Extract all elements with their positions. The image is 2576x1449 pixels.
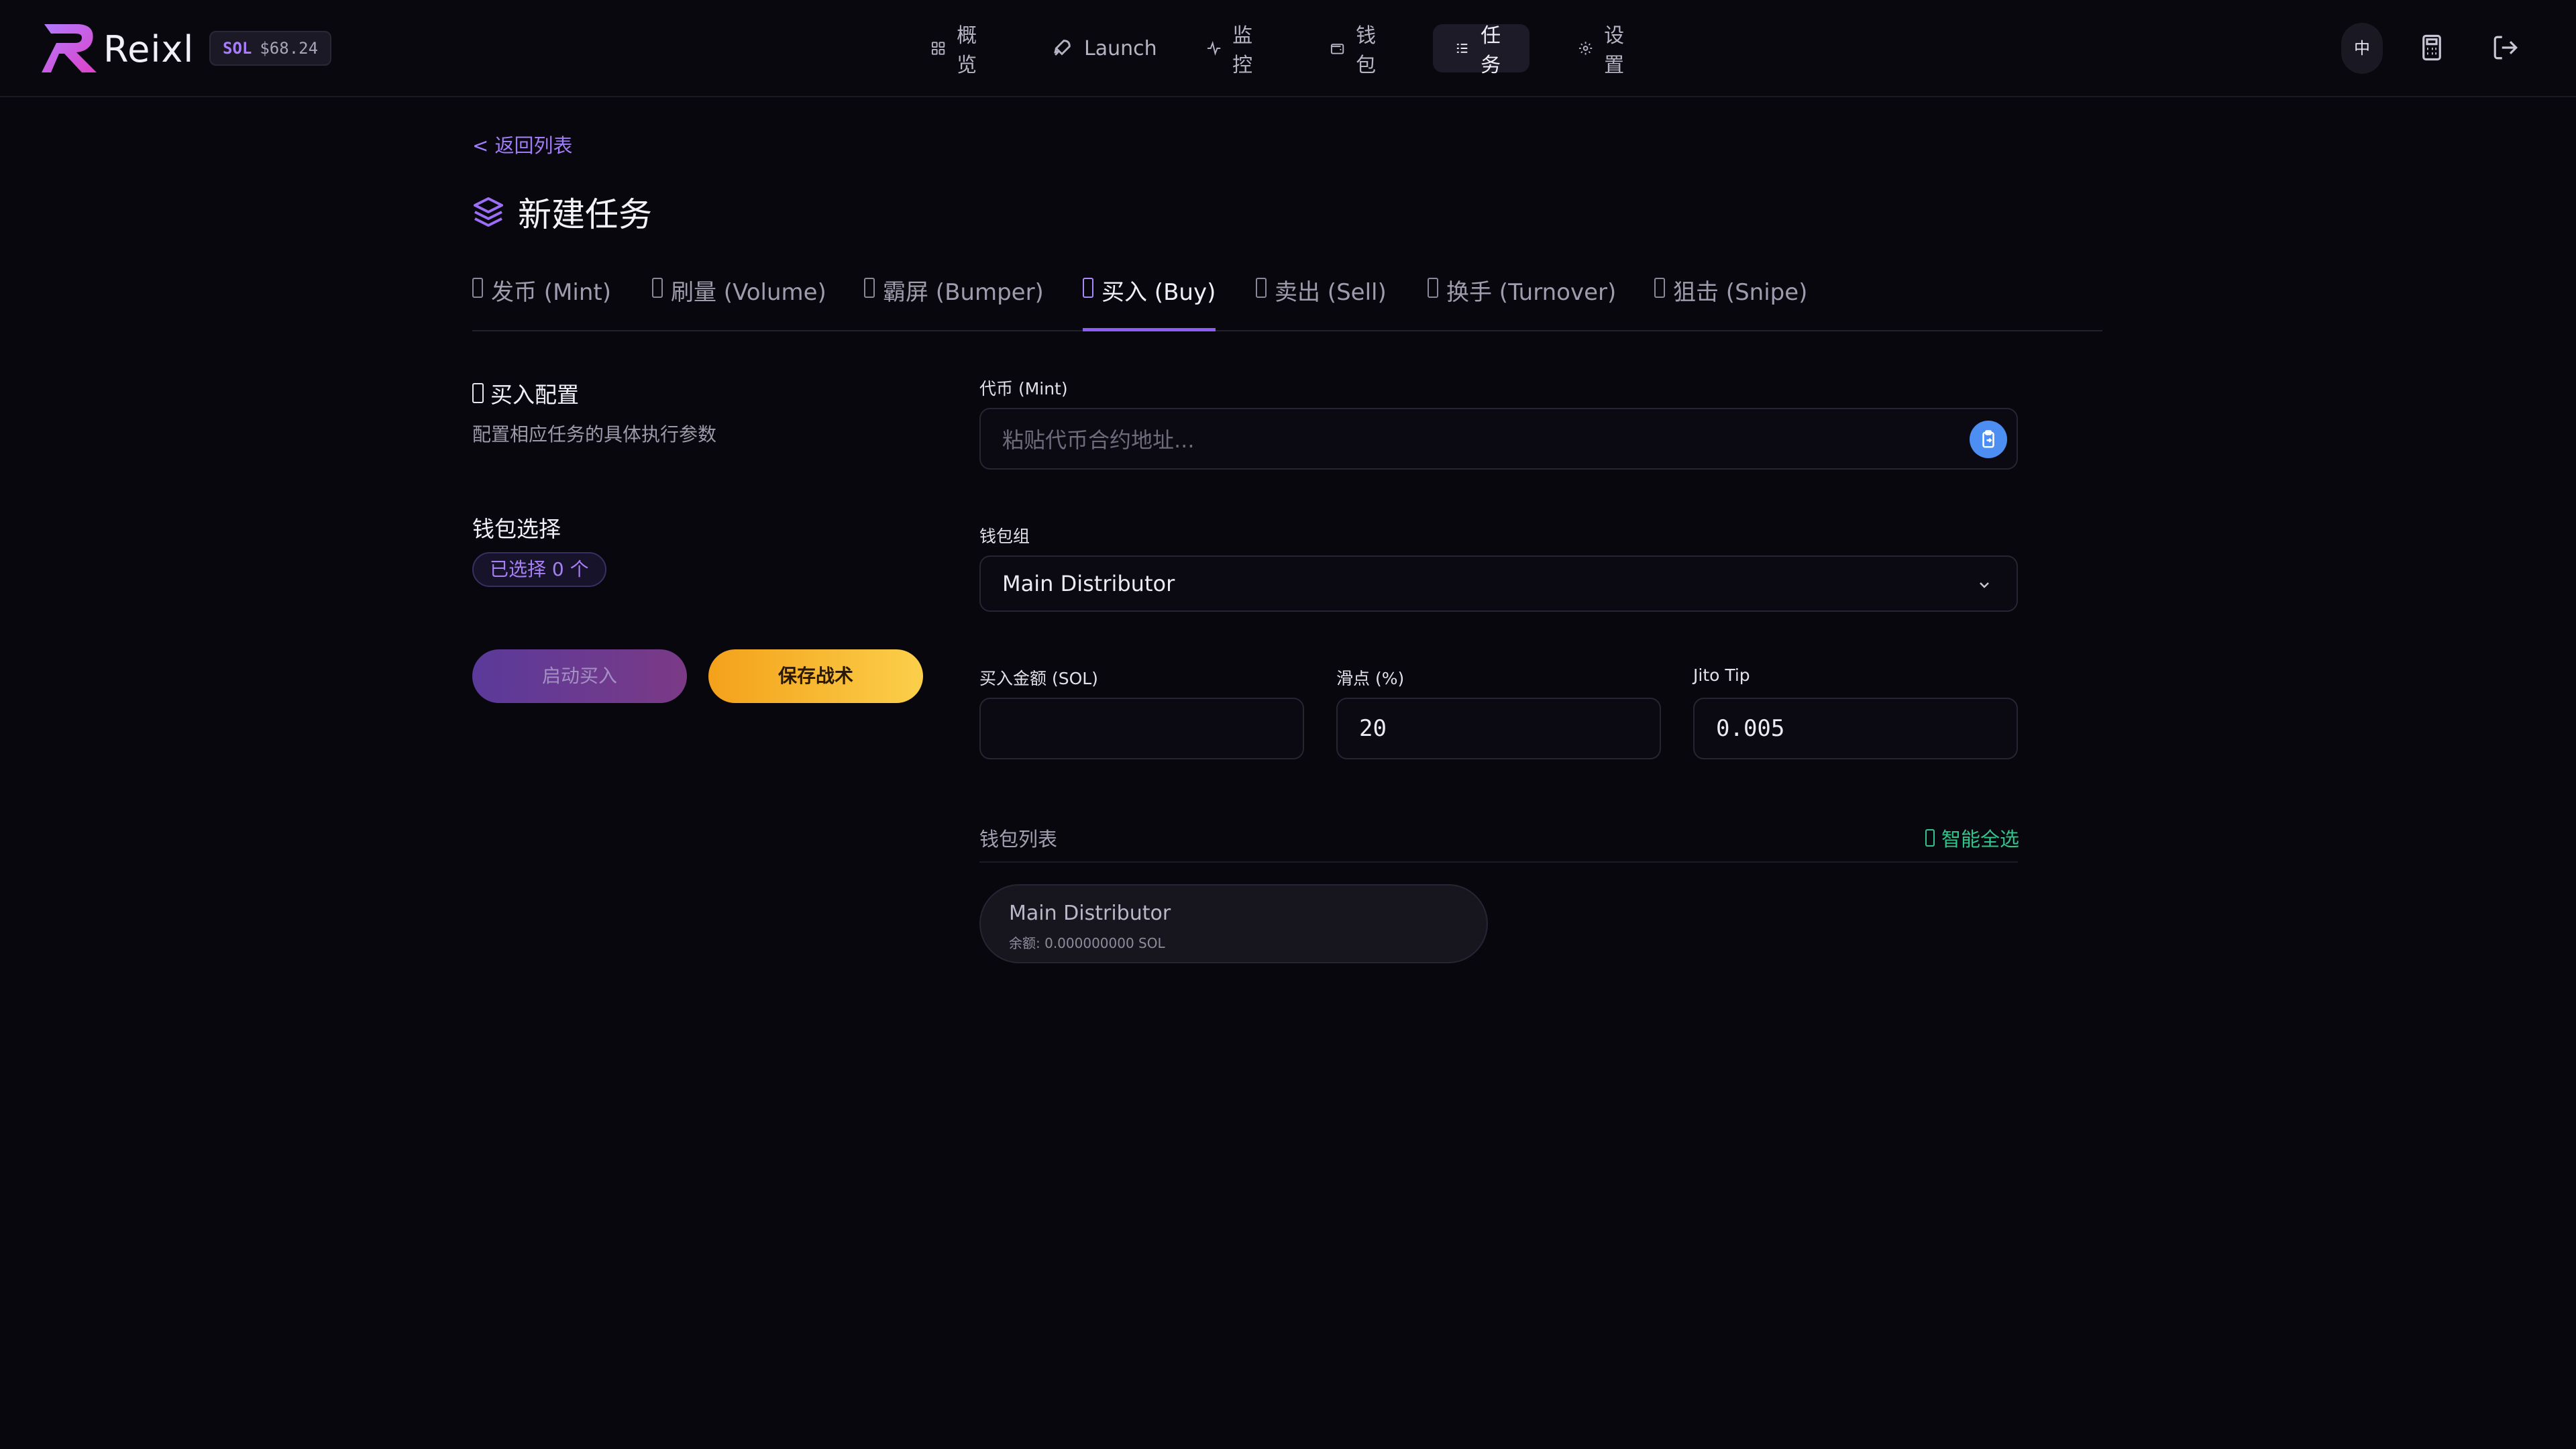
wallet-group-value: Main Distributor (1002, 571, 1175, 596)
nav-item-launch[interactable]: Launch (1029, 24, 1179, 72)
layers-icon (474, 197, 503, 227)
chevron-down-icon (1980, 582, 1989, 588)
grid-icon (931, 42, 945, 55)
wallet-card[interactable]: Main Distributor 余额: 0.000000000 SOL (979, 884, 1488, 963)
list-icon (1456, 44, 1468, 53)
section-subtitle: 配置相应任务的具体执行参数 (472, 423, 717, 445)
back-to-list-link[interactable]: < 返回列表 (472, 130, 573, 158)
nav-label: 监控 (1232, 24, 1253, 77)
tab-buy[interactable]: 买入 (Buy) (1083, 274, 1216, 331)
tab-mint[interactable]: 发币 (Mint) (472, 274, 611, 331)
nav-item-overview[interactable]: 概览 (909, 24, 1006, 77)
tab-label: 卖出 (Sell) (1275, 279, 1387, 306)
list-divider (979, 861, 2018, 863)
tab-icon (652, 278, 663, 298)
smart-select-icon (1925, 829, 1935, 847)
nav-label: 概览 (957, 24, 977, 77)
nav-label: 钱包 (1356, 24, 1377, 77)
tab-sell[interactable]: 卖出 (Sell) (1256, 274, 1387, 331)
reixl-logo-icon[interactable] (42, 23, 98, 74)
buy-amount-input[interactable] (979, 698, 1304, 759)
wallet-balance: 余额: 0.000000000 SOL (1009, 935, 1165, 951)
tab-icon (1256, 278, 1267, 298)
brand-name: Reixl (103, 28, 195, 70)
nav-item-settings[interactable]: 设置 (1556, 24, 1653, 77)
tab-snipe[interactable]: 狙击 (Snipe) (1654, 274, 1807, 331)
slippage-label: 滑点 (%) (1336, 669, 1405, 688)
nav-item-tasks[interactable]: 任务 (1433, 24, 1529, 77)
clipboard-icon (1982, 430, 1994, 448)
section-icon (472, 383, 484, 403)
wallet-select-title: 钱包选择 (472, 516, 561, 542)
save-strategy-button[interactable]: 保存战术 (708, 649, 923, 703)
tab-label: 霸屏 (Bumper) (883, 279, 1044, 306)
page-header: 新建任务 (472, 188, 652, 236)
tab-label: 换手 (Turnover) (1446, 279, 1617, 306)
wallet-name: Main Distributor (1009, 902, 1171, 925)
nav-label: 设置 (1604, 24, 1625, 77)
tab-label: 买入 (Buy) (1102, 279, 1216, 306)
tab-bumper[interactable]: 霸屏 (Bumper) (864, 274, 1044, 331)
wallet-icon (1330, 44, 1344, 54)
sol-price: $68.24 (260, 39, 319, 58)
wallet-group-label: 钱包组 (979, 527, 1030, 546)
language-toggle-button[interactable]: 中 (2341, 23, 2383, 74)
tab-icon (1654, 278, 1665, 298)
tab-label: 刷量 (Volume) (671, 279, 826, 306)
mint-input[interactable]: 粘贴代币合约地址... (979, 408, 2018, 470)
wallet-group-select[interactable]: Main Distributor (979, 555, 2018, 612)
tab-turnover[interactable]: 换手 (Turnover) (1428, 274, 1616, 331)
activity-icon (1207, 41, 1221, 56)
logout-icon[interactable] (2491, 34, 2520, 62)
mint-label: 代币 (Mint) (979, 379, 1068, 398)
selected-count-badge: 已选择 0 个 (472, 552, 606, 587)
paste-button[interactable] (1970, 421, 2007, 458)
tab-label: 狙击 (Snipe) (1673, 279, 1808, 306)
nav-label: 任务 (1481, 24, 1501, 77)
calculator-icon[interactable] (2418, 34, 2446, 62)
gear-icon (1578, 42, 1593, 55)
nav-item-monitor[interactable]: 监控 (1185, 24, 1281, 77)
sol-price-badge: SOL $68.24 (209, 31, 332, 66)
buy-amount-label: 买入金额 (SOL) (979, 669, 1098, 688)
jito-tip-input[interactable]: 0.005 (1693, 698, 2018, 759)
smart-select-all-button[interactable]: 智能全选 (1925, 824, 2019, 852)
wallet-list-label: 钱包列表 (979, 828, 1058, 851)
section-title: 买入配置 (472, 377, 579, 409)
slippage-input[interactable]: 20 (1336, 698, 1661, 759)
task-type-tabs: 发币 (Mint) 刷量 (Volume) 霸屏 (Bumper) 买入 (Bu… (472, 267, 2102, 331)
start-buy-button[interactable]: 启动买入 (472, 649, 687, 703)
tab-icon (1083, 278, 1093, 298)
tab-icon (472, 278, 483, 298)
rocket-icon (1054, 40, 1071, 56)
jito-tip-label: Jito Tip (1693, 665, 1750, 685)
page-title: 新建任务 (518, 195, 652, 234)
nav-item-wallet[interactable]: 钱包 (1308, 24, 1405, 77)
sol-symbol: SOL (223, 39, 252, 58)
tab-volume[interactable]: 刷量 (Volume) (652, 274, 826, 331)
tab-icon (864, 278, 875, 298)
tab-icon (1428, 278, 1438, 298)
nav-label: Launch (1084, 36, 1157, 60)
top-header: Reixl SOL $68.24 概览 Launch 监控 钱包 任务 设置 中 (0, 0, 2576, 97)
section-title-text: 买入配置 (490, 382, 579, 408)
smart-select-label: 智能全选 (1941, 828, 2020, 851)
tab-label: 发币 (Mint) (491, 279, 611, 306)
